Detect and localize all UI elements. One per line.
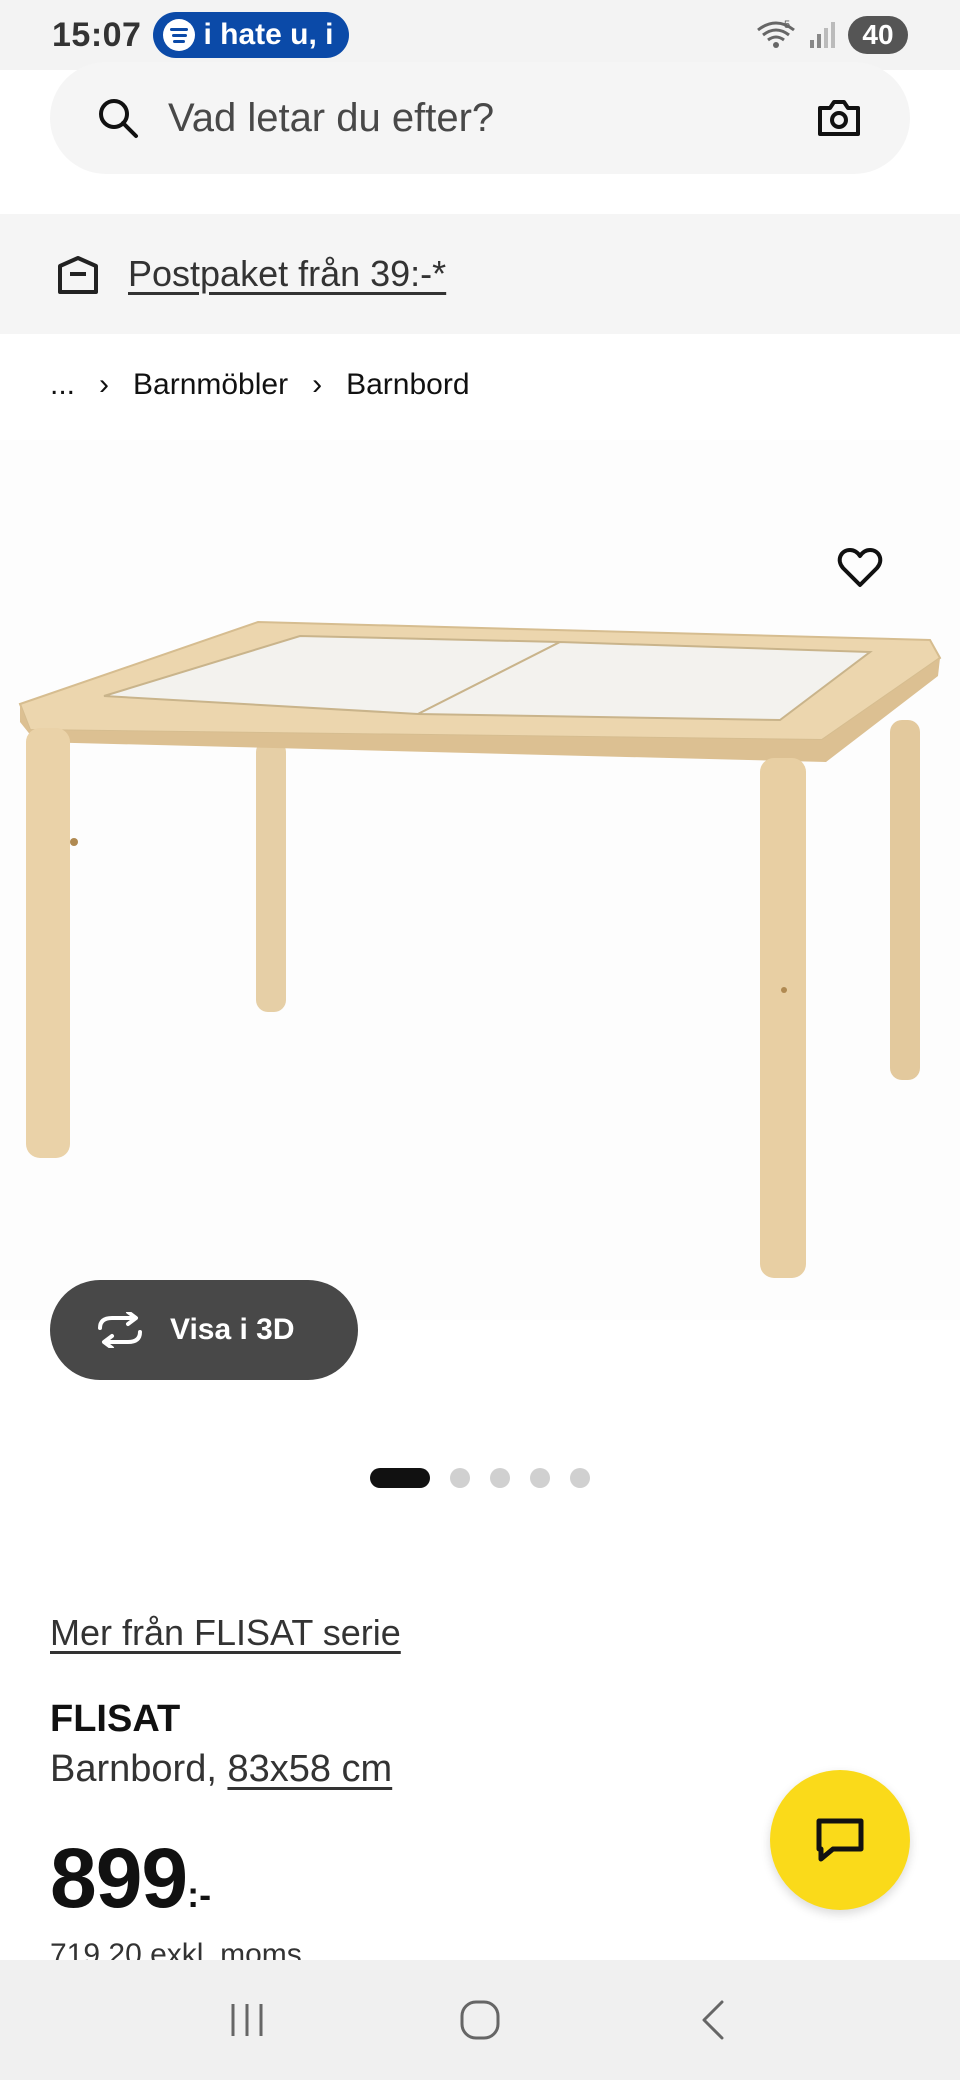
breadcrumb-item-barnmobler[interactable]: Barnmöbler — [133, 368, 288, 402]
home-icon — [460, 2000, 500, 2040]
breadcrumb-ellipsis[interactable]: ... — [50, 368, 75, 402]
carousel-dot[interactable] — [530, 1468, 550, 1488]
battery-indicator: 40 — [848, 16, 908, 54]
breadcrumb: ... › Barnmöbler › Barnbord — [50, 368, 470, 402]
product-description: Barnbord, 83x58 cm — [50, 1748, 392, 1791]
price-value: 899 — [50, 1831, 188, 1925]
favorite-button[interactable] — [832, 540, 888, 596]
status-bar: 15:07 i hate u, i 5 40 — [0, 0, 960, 70]
series-link[interactable]: Mer från FLISAT serie — [50, 1612, 401, 1654]
recent-apps-button[interactable] — [212, 1985, 282, 2055]
camera-icon — [818, 100, 860, 136]
carousel-dot[interactable] — [490, 1468, 510, 1488]
product-price: 899 :- — [50, 1830, 211, 1927]
breadcrumb-item-barnbord[interactable]: Barnbord — [346, 368, 469, 402]
spotify-icon — [163, 19, 196, 51]
chevron-right-icon: › — [99, 368, 110, 401]
back-button[interactable] — [678, 1985, 748, 2055]
chevron-right-icon: › — [312, 368, 323, 401]
shipping-promo-banner[interactable]: Postpaket från 39:-* — [0, 214, 960, 334]
chat-icon — [816, 1818, 864, 1862]
price-suffix: :- — [187, 1874, 212, 1915]
heart-icon — [837, 548, 883, 587]
svg-text:5: 5 — [784, 19, 790, 31]
parcel-icon — [58, 256, 98, 294]
carousel-dot[interactable] — [570, 1468, 590, 1488]
signal-icon — [810, 22, 835, 48]
search-input[interactable]: Vad letar du efter? — [168, 96, 494, 141]
home-button[interactable] — [445, 1985, 515, 2055]
product-type: Barnbord, — [50, 1748, 217, 1790]
system-nav-bar — [0, 1960, 960, 2080]
wifi-icon: 5 — [757, 19, 795, 48]
promo-link[interactable]: Postpaket från 39:-* — [128, 253, 446, 295]
product-name: FLISAT — [50, 1698, 181, 1740]
rotate-3d-icon — [98, 1312, 142, 1348]
product-image[interactable] — [0, 440, 960, 1320]
carousel-dot-active[interactable] — [370, 1468, 430, 1488]
chat-button[interactable] — [770, 1770, 910, 1910]
view-in-3d-label: Visa i 3D — [170, 1313, 295, 1346]
back-icon — [702, 2000, 724, 2040]
media-notification-pill[interactable]: i hate u, i — [153, 12, 350, 58]
product-size-link[interactable]: 83x58 cm — [227, 1748, 392, 1790]
camera-search-button[interactable] — [814, 93, 864, 143]
carousel-indicator — [370, 1468, 590, 1488]
recent-apps-icon — [231, 2004, 263, 2036]
status-time: 15:07 — [52, 15, 142, 54]
view-in-3d-button[interactable]: Visa i 3D — [50, 1280, 358, 1380]
search-icon — [99, 99, 138, 138]
table-illustration — [18, 620, 942, 1278]
carousel-dot[interactable] — [450, 1468, 470, 1488]
media-title: i hate u, i — [203, 18, 334, 51]
search-bar[interactable]: Vad letar du efter? — [50, 62, 910, 174]
